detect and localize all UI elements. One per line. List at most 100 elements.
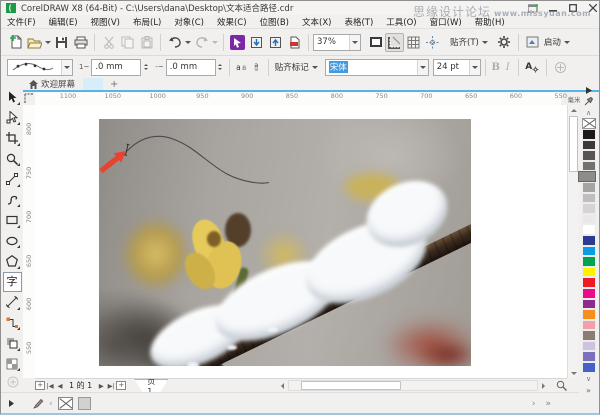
menu-item[interactable]: 视图(V) bbox=[91, 16, 120, 28]
color-swatch[interactable] bbox=[582, 256, 596, 267]
mirror-vertical-icon[interactable]: aa bbox=[249, 60, 264, 75]
path-distance-spinner[interactable] bbox=[141, 60, 150, 75]
connector-tool[interactable] bbox=[3, 313, 22, 334]
show-rulers-icon[interactable] bbox=[385, 33, 404, 52]
artistic-media-tool[interactable] bbox=[3, 190, 22, 211]
color-swatch[interactable] bbox=[582, 330, 596, 341]
save-icon[interactable] bbox=[52, 33, 71, 52]
palette-more-button[interactable]: » bbox=[586, 385, 591, 396]
menu-item[interactable]: 布局(L) bbox=[133, 16, 161, 28]
publish-pdf-icon[interactable] bbox=[285, 33, 304, 52]
status-expand-icon[interactable]: › bbox=[532, 399, 536, 409]
launch-caret[interactable] bbox=[563, 34, 571, 50]
palette-flyout-icon[interactable] bbox=[586, 85, 592, 96]
vertical-ruler[interactable]: 800750700650600550 bbox=[23, 105, 35, 378]
color-swatch[interactable] bbox=[582, 235, 596, 246]
transparency-tool[interactable] bbox=[3, 354, 22, 375]
pick-tool[interactable] bbox=[3, 87, 22, 108]
maximize-button[interactable] bbox=[567, 3, 578, 13]
export-icon[interactable] bbox=[266, 33, 285, 52]
no-color-swatch[interactable] bbox=[582, 118, 596, 129]
status-flyout-icon[interactable] bbox=[9, 400, 14, 407]
scroll-up-button[interactable] bbox=[568, 105, 579, 115]
snap-to-label[interactable]: 贴齐(T) bbox=[450, 36, 479, 48]
color-swatch[interactable] bbox=[582, 203, 596, 214]
color-swatch[interactable] bbox=[582, 140, 596, 151]
scroll-left-button[interactable] bbox=[277, 381, 288, 391]
snap-to-caret[interactable] bbox=[481, 34, 489, 50]
drawing-canvas[interactable] bbox=[35, 105, 567, 378]
status-overflow-icon[interactable]: » bbox=[545, 399, 551, 409]
menu-item[interactable]: 文本(X) bbox=[302, 16, 331, 28]
font-size-caret[interactable] bbox=[469, 60, 480, 75]
color-eyedropper-icon[interactable] bbox=[584, 96, 593, 107]
fill-color-indicator[interactable] bbox=[58, 397, 73, 410]
vertical-scroll-thumb[interactable] bbox=[569, 116, 578, 172]
palette-scroll-down[interactable]: ∨ bbox=[586, 374, 591, 385]
font-list-caret[interactable] bbox=[417, 60, 428, 75]
text-tool[interactable]: 字 bbox=[3, 272, 22, 293]
import-icon[interactable] bbox=[247, 33, 266, 52]
search-content-icon[interactable] bbox=[228, 33, 247, 52]
color-swatch[interactable] bbox=[582, 299, 596, 310]
undo-icon[interactable] bbox=[165, 33, 184, 52]
color-swatch[interactable] bbox=[582, 288, 596, 299]
menu-item[interactable]: 对象(C) bbox=[174, 16, 204, 28]
color-swatch[interactable] bbox=[582, 193, 596, 204]
first-page-button[interactable]: |◀ bbox=[45, 380, 55, 392]
color-swatch[interactable] bbox=[582, 309, 596, 320]
menu-item[interactable]: 窗口(W) bbox=[430, 16, 462, 28]
options-gear-icon[interactable] bbox=[495, 33, 514, 52]
menu-item[interactable]: 帮助(H) bbox=[475, 16, 505, 28]
tab-active-document[interactable] bbox=[83, 78, 103, 90]
scroll-right-button[interactable] bbox=[538, 381, 549, 391]
launcher-icon[interactable] bbox=[523, 33, 542, 52]
palette-scroll-up[interactable]: ∧ bbox=[586, 107, 591, 118]
menu-item[interactable]: 效果(C) bbox=[217, 16, 247, 28]
color-swatch[interactable] bbox=[578, 171, 596, 182]
color-swatch[interactable] bbox=[582, 267, 596, 278]
previous-page-button[interactable]: ◀ bbox=[55, 380, 65, 392]
text-orientation-combo[interactable] bbox=[7, 59, 73, 76]
menu-item[interactable]: 编辑(E) bbox=[49, 16, 78, 28]
color-swatch[interactable] bbox=[582, 150, 596, 161]
tick-snapping-caret[interactable] bbox=[311, 59, 319, 75]
path-distance-input[interactable]: .0 mm bbox=[91, 59, 141, 76]
color-swatch[interactable] bbox=[582, 277, 596, 288]
zoom-level-combo[interactable]: 37% bbox=[313, 34, 361, 51]
color-swatch[interactable] bbox=[582, 224, 596, 235]
horizontal-scroll-thumb[interactable] bbox=[301, 381, 401, 390]
ellipse-tool[interactable] bbox=[3, 231, 22, 252]
horizontal-offset-input[interactable]: .0 mm bbox=[166, 59, 216, 76]
new-tab-button[interactable]: + bbox=[103, 78, 125, 90]
color-swatch[interactable] bbox=[582, 362, 596, 373]
launch-label[interactable]: 启动 bbox=[544, 36, 561, 48]
color-swatch[interactable] bbox=[582, 214, 596, 225]
outline-color-indicator[interactable] bbox=[78, 397, 91, 410]
color-swatch[interactable] bbox=[582, 320, 596, 331]
open-icon[interactable] bbox=[25, 33, 44, 52]
minimize-button[interactable] bbox=[547, 3, 558, 13]
close-button[interactable] bbox=[587, 3, 598, 13]
print-icon[interactable] bbox=[71, 33, 90, 52]
last-page-button[interactable]: ▶| bbox=[106, 380, 116, 392]
font-list-combo[interactable]: 宋体 bbox=[325, 59, 429, 76]
open-dropdown-caret[interactable] bbox=[44, 34, 52, 50]
menu-item[interactable]: 表格(T) bbox=[344, 16, 373, 28]
color-swatch[interactable] bbox=[582, 129, 596, 140]
color-swatch[interactable] bbox=[582, 182, 596, 193]
new-document-icon[interactable] bbox=[6, 33, 25, 52]
full-screen-preview-icon[interactable] bbox=[366, 33, 385, 52]
color-swatch[interactable] bbox=[582, 161, 596, 172]
next-page-button[interactable]: ▶ bbox=[96, 380, 106, 392]
ruler-origin-corner[interactable] bbox=[23, 92, 35, 105]
show-grid-icon[interactable] bbox=[404, 33, 423, 52]
tab-welcome-screen[interactable]: 欢迎屏幕 bbox=[23, 78, 83, 90]
color-swatch[interactable] bbox=[582, 341, 596, 352]
horizontal-offset-spinner[interactable] bbox=[216, 60, 225, 75]
tick-snapping-label[interactable]: 贴齐标记 bbox=[275, 61, 309, 73]
whats-new-icon[interactable] bbox=[527, 3, 538, 13]
menu-item[interactable]: 工具(O) bbox=[386, 16, 416, 28]
text-properties-icon[interactable]: A bbox=[523, 58, 542, 77]
color-swatch[interactable] bbox=[582, 246, 596, 257]
